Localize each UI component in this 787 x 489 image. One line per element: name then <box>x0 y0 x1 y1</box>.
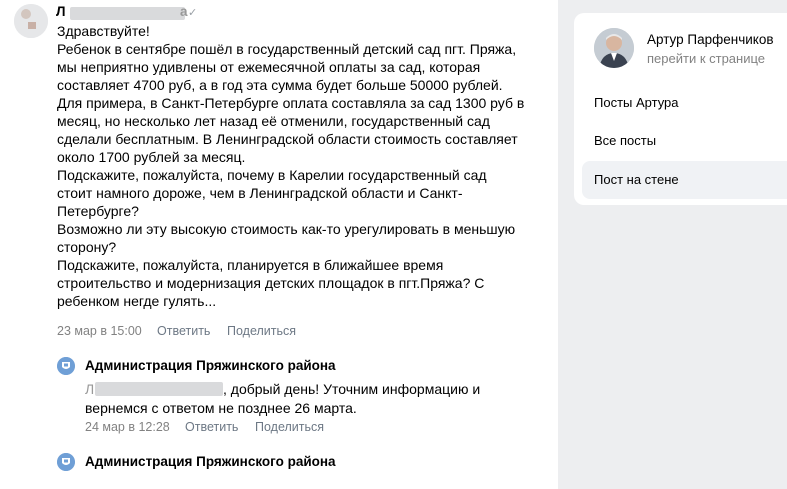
profile-avatar[interactable] <box>594 28 634 68</box>
post-line: строительство и модернизация детских пло… <box>57 275 485 291</box>
post-line: месяц, но несколько лет назад её отменил… <box>57 113 490 129</box>
menu-item-label: Все посты <box>594 133 657 148</box>
post-line: Петербурге? <box>57 203 139 219</box>
author-initial: Л <box>56 4 66 19</box>
post-line: стоит намного дороже, чем в Ленинградско… <box>57 185 463 201</box>
reply-share-button[interactable]: Поделиться <box>255 420 324 434</box>
reply-reply-button[interactable]: Ответить <box>185 420 238 434</box>
reply-author-name[interactable]: Администрация Пряжинского района <box>85 358 336 373</box>
menu-item-label: Посты Артура <box>594 95 679 110</box>
post-line: Возможно ли эту высокую стоимость как-то… <box>57 221 516 237</box>
post-date[interactable]: 23 мар в 15:00 <box>57 324 142 338</box>
menu-item-label: Пост на стене <box>594 172 679 187</box>
profile-name[interactable]: Артур Парфенчиков <box>647 32 774 47</box>
post-line: сделали бесплатным. В Ленинградской обла… <box>57 131 518 147</box>
post-line: сторону? <box>57 239 117 255</box>
post-line: Ребенок в сентябре пошёл в государственн… <box>57 41 517 57</box>
post-line: Подскажите, пожалуйста, планируется в бл… <box>57 257 444 273</box>
share-button[interactable]: Поделиться <box>227 324 296 338</box>
post-author-avatar[interactable] <box>14 4 48 38</box>
reply-date[interactable]: 24 мар в 12:28 <box>85 420 170 434</box>
admin-avatar[interactable] <box>57 453 75 471</box>
post-line: составляет 4700 руб, а в год эта сумма б… <box>57 77 503 93</box>
post-line: Подскажите, пожалуйста, почему в Карелии… <box>57 167 487 183</box>
reply-line: , добрый день! Уточним информацию и <box>223 381 481 397</box>
post-line: около 1700 рублей за месяц. <box>57 149 246 165</box>
check-icon: ✓ <box>188 7 198 19</box>
author-name-end: а <box>180 4 188 19</box>
admin-avatar[interactable] <box>57 357 75 375</box>
post-body: Здравствуйте! Ребенок в сентябре пошёл в… <box>57 22 552 310</box>
post-line: ребенком негде гулять... <box>57 293 217 309</box>
menu-item-posts-artur[interactable]: Посты Артура <box>582 84 787 122</box>
profile-page-link[interactable]: перейти к странице <box>647 51 765 66</box>
reply-initial: Л <box>85 381 95 397</box>
reply-author-name[interactable]: Администрация Пряжинского района <box>85 454 336 469</box>
redacted-name <box>95 382 223 396</box>
post-line: мы неприятно удивлены от ежемесячной опл… <box>57 59 481 75</box>
author-name-redacted <box>70 7 185 20</box>
menu-item-wall-post[interactable]: Пост на стене <box>582 161 787 199</box>
reply-line: вернемся с ответом не позднее 26 марта. <box>85 400 357 416</box>
post-line: Здравствуйте! <box>57 23 150 39</box>
post-line: Для примера, в Санкт-Петербурге оплата с… <box>57 95 525 111</box>
reply-body: Л , добрый день! Уточним информацию и вер… <box>85 380 480 418</box>
reply-button[interactable]: Ответить <box>157 324 210 338</box>
sidebar-card: Артур Парфенчиков перейти к странице Пос… <box>574 13 787 205</box>
menu-item-all-posts[interactable]: Все посты <box>582 122 787 160</box>
